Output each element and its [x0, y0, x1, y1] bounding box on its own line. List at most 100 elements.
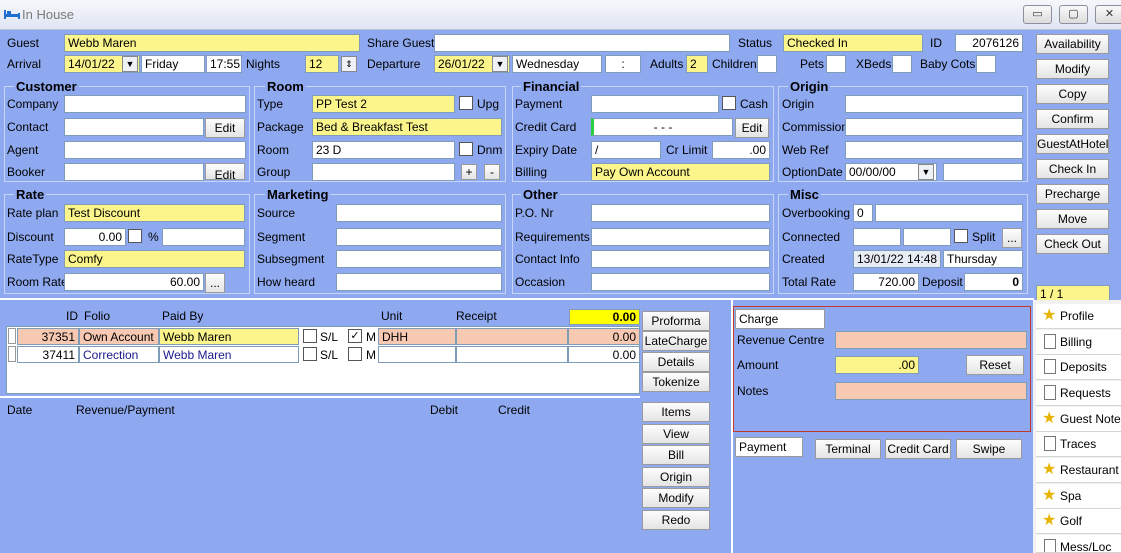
discount-percent-checkbox[interactable] [128, 229, 142, 243]
occasion-field[interactable] [591, 273, 770, 291]
tab-profile[interactable]: ★ Profile [1036, 304, 1121, 329]
package-field[interactable]: Bed & Breakfast Test [312, 118, 502, 136]
details-button[interactable]: Details [642, 352, 710, 372]
baby-cots-field[interactable] [976, 55, 996, 73]
room-rate-field[interactable]: 60.00 [64, 273, 204, 291]
source-field[interactable] [336, 204, 502, 222]
folio-row-2-amount[interactable]: 0.00 [568, 346, 640, 363]
segment-field[interactable] [336, 228, 502, 246]
pets-field[interactable] [826, 55, 846, 73]
close-button[interactable]: ✕ [1095, 5, 1121, 24]
folio-row-2-m-checkbox[interactable] [348, 347, 362, 361]
upg-checkbox[interactable] [459, 96, 473, 110]
ratetype-field[interactable]: Comfy [64, 250, 245, 268]
move-button[interactable]: Move [1036, 209, 1109, 229]
payment-tab[interactable]: Payment [735, 437, 803, 457]
items-button[interactable]: Items [642, 402, 710, 422]
id-field[interactable]: 2076126 [955, 34, 1023, 52]
arrival-dropdown-icon[interactable]: ▼ [122, 56, 138, 72]
status-field[interactable]: Checked In [783, 34, 923, 52]
check-in-button[interactable]: Check In [1036, 159, 1109, 179]
reset-button[interactable]: Reset [966, 355, 1024, 375]
room-rate-more-button[interactable]: ... [205, 273, 225, 293]
late-charge-button[interactable]: LateCharge [642, 331, 710, 351]
folio-row-1-unit[interactable]: DHH [378, 328, 456, 345]
folio-row-2-unit[interactable] [378, 346, 456, 363]
arrival-time-field[interactable]: 17:55 [206, 55, 242, 73]
option-date-extra-field[interactable] [943, 163, 1023, 181]
charge-tab[interactable]: Charge [735, 309, 825, 329]
group-remove-button[interactable]: - [484, 164, 500, 180]
folio-row-1-paid-by[interactable]: Webb Maren [159, 328, 299, 345]
notes-field[interactable] [835, 382, 1027, 400]
folio-row-1-folio[interactable]: Own Account [79, 328, 159, 345]
guest-field[interactable]: Webb Maren [64, 34, 360, 52]
tab-golf[interactable]: ★ Golf [1036, 509, 1121, 534]
xbeds-field[interactable] [892, 55, 912, 73]
guest-at-hotel-button[interactable]: GuestAtHotel [1036, 134, 1109, 154]
availability-button[interactable]: Availability [1036, 34, 1109, 54]
connected-more-button[interactable]: ... [1002, 228, 1022, 248]
origin-button[interactable]: Origin [642, 467, 710, 487]
group-add-button[interactable]: + [461, 164, 477, 180]
tab-traces[interactable]: Traces [1036, 432, 1121, 457]
folio-row-2-receipt[interactable] [456, 346, 568, 363]
commission-field[interactable] [845, 118, 1023, 136]
tab-billing[interactable]: Billing [1036, 330, 1121, 355]
credit-card-edit-button[interactable]: Edit [735, 118, 769, 138]
expiry-field[interactable]: / [591, 141, 661, 159]
tab-spa[interactable]: ★ Spa [1036, 484, 1121, 509]
po-field[interactable] [591, 204, 770, 222]
modify-button[interactable]: Modify [1036, 59, 1109, 79]
tab-mess-loc[interactable]: Mess/Loc [1036, 535, 1121, 553]
tokenize-button[interactable]: Tokenize [642, 372, 710, 392]
maximize-button[interactable]: ▢ [1059, 5, 1088, 24]
folio-row-1-id[interactable]: 37351 [17, 328, 79, 345]
tab-deposits[interactable]: Deposits [1036, 355, 1121, 380]
group-field[interactable] [312, 163, 455, 181]
cr-limit-field[interactable]: .00 [712, 141, 770, 159]
origin-field[interactable] [845, 95, 1023, 113]
connected-field-1[interactable] [853, 228, 901, 246]
contact-edit-button[interactable]: Edit [205, 118, 245, 138]
view-button[interactable]: View [642, 424, 710, 444]
charge-amount-field[interactable]: .00 [835, 356, 919, 374]
contact-field[interactable] [64, 118, 204, 136]
folio-row-2-id[interactable]: 37411 [17, 346, 79, 363]
web-ref-field[interactable] [845, 141, 1023, 159]
connected-field-2[interactable] [903, 228, 951, 246]
modify-transaction-button[interactable]: Modify [642, 488, 710, 508]
requirements-field[interactable] [591, 228, 770, 246]
room-type-field[interactable]: PP Test 2 [312, 95, 455, 113]
confirm-button[interactable]: Confirm [1036, 109, 1109, 129]
proforma-button[interactable]: Proforma [642, 311, 710, 331]
folio-row-2-selector[interactable] [8, 346, 16, 362]
booker-field[interactable] [64, 163, 204, 181]
option-date-dropdown-icon[interactable]: ▼ [918, 164, 934, 180]
folio-row-1-receipt[interactable] [456, 328, 568, 345]
folio-row-2-sl-checkbox[interactable] [303, 347, 317, 361]
folio-row-1-amount[interactable]: 0.00 [568, 328, 640, 345]
tab-restaurant[interactable]: ★ Restaurant [1036, 458, 1121, 483]
check-out-button[interactable]: Check Out [1036, 234, 1109, 254]
company-field[interactable] [64, 95, 246, 113]
rate-plan-field[interactable]: Test Discount [64, 204, 245, 222]
precharge-button[interactable]: Precharge [1036, 184, 1109, 204]
redo-button[interactable]: Redo [642, 510, 710, 530]
departure-dropdown-icon[interactable]: ▼ [492, 56, 508, 72]
revenue-centre-field[interactable] [835, 331, 1027, 349]
children-field[interactable] [757, 55, 777, 73]
billing-field[interactable]: Pay Own Account [591, 163, 770, 181]
credit-card-field[interactable]: - - - [591, 118, 733, 136]
swipe-button[interactable]: Swipe [956, 439, 1022, 459]
folio-row-1-m-checkbox[interactable]: ✓ [348, 329, 362, 343]
cash-checkbox[interactable] [722, 96, 736, 110]
folio-row-1-sl-checkbox[interactable] [303, 329, 317, 343]
discount-extra-field[interactable] [162, 228, 245, 246]
split-checkbox[interactable] [954, 229, 968, 243]
booker-edit-button[interactable]: Edit [205, 163, 245, 180]
bill-button[interactable]: Bill [642, 445, 710, 465]
overbooking-extra-field[interactable] [875, 204, 1023, 222]
agent-field[interactable] [64, 141, 246, 159]
copy-button[interactable]: Copy [1036, 84, 1109, 104]
